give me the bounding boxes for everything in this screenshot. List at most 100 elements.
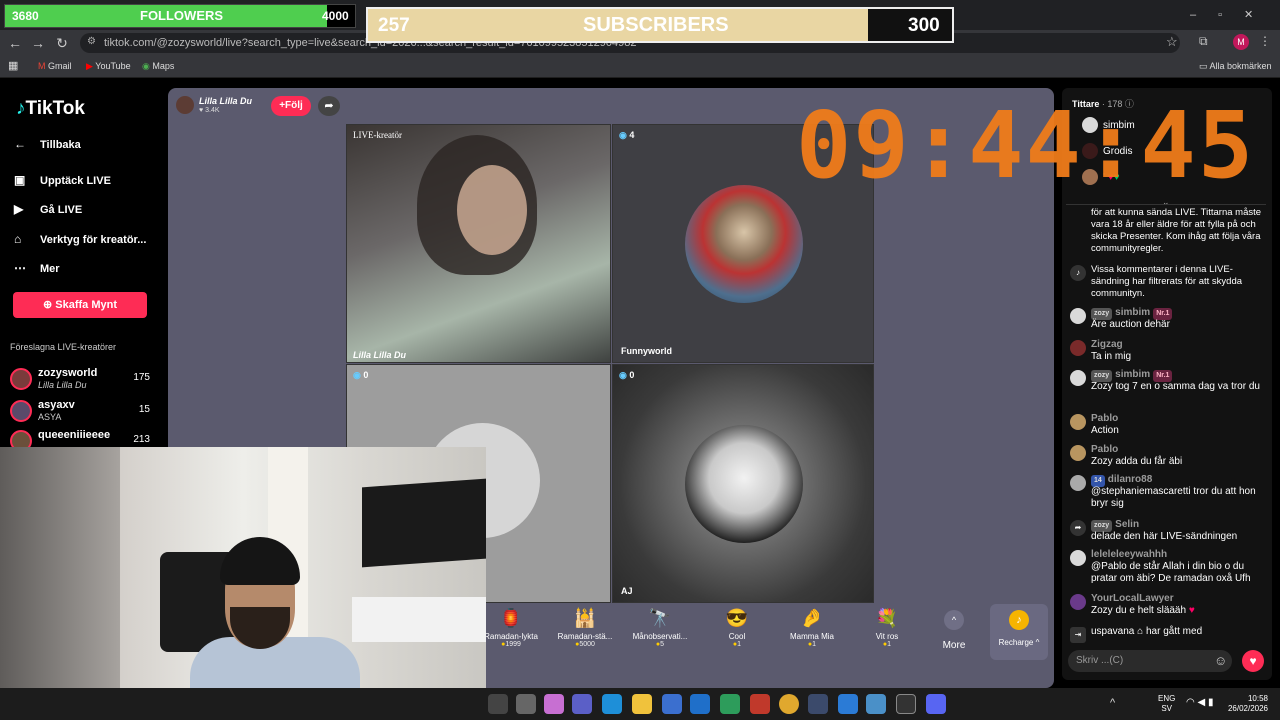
system-message: ♪ Vissa kommentarer i denna LIVE-sändning… — [1070, 264, 1266, 300]
chat-message[interactable]: ➦ zozy Selin delade den här LIVE-sändningen — [1070, 519, 1266, 545]
host-name[interactable]: Lilla Lilla Du — [199, 96, 252, 106]
start-icon[interactable] — [488, 694, 508, 714]
copilot-icon[interactable] — [544, 694, 564, 714]
app-icon[interactable] — [808, 694, 828, 714]
follow-button[interactable]: +Följ — [271, 96, 311, 116]
shield-icon[interactable] — [720, 694, 740, 714]
share-icon[interactable]: ➦ — [318, 96, 340, 116]
suggested-creator[interactable]: zozysworld Lilla Lilla Du 175 — [10, 366, 160, 394]
avatar — [1070, 340, 1086, 356]
taskview-icon[interactable] — [516, 694, 536, 714]
sidebar-item-discover-live[interactable]: ▣ Upptäck LIVE — [14, 173, 111, 187]
avatar — [1070, 370, 1086, 386]
menu-icon[interactable]: ⋮ — [1259, 34, 1271, 48]
gift-item[interactable]: 💐 Vit ros ●1 — [852, 608, 922, 648]
tile-name: Lilla Lilla Du — [353, 350, 407, 360]
chat-message[interactable]: Pablo Action — [1070, 413, 1266, 439]
avatar — [1070, 550, 1086, 566]
avatar — [10, 368, 32, 390]
app-icon[interactable] — [838, 694, 858, 714]
obs-icon[interactable] — [896, 694, 916, 714]
sidebar-item-more[interactable]: ⋯ Mer — [14, 261, 60, 275]
apps-icon[interactable]: ▦ — [8, 58, 18, 74]
window-controls[interactable]: –▫✕ — [1190, 8, 1275, 21]
avatar — [685, 425, 803, 543]
profile-avatar[interactable]: M — [1233, 34, 1249, 50]
app-icon[interactable] — [866, 694, 886, 714]
coin-icon: ♪ — [1009, 610, 1029, 630]
avatar — [1070, 414, 1086, 430]
chat-input[interactable]: Skriv ...(C) — [1068, 650, 1232, 672]
divider — [1066, 204, 1266, 205]
sunglasses-icon: 😎 — [725, 608, 749, 628]
gift-item[interactable]: 🏮 Ramadan-lykta ●1999 — [476, 608, 546, 648]
get-coins-button[interactable]: ⊕ Skaffa Mynt — [13, 292, 147, 318]
forward-icon[interactable]: → — [28, 34, 48, 52]
wifi-icon[interactable]: ◠ ◀ ▮ — [1186, 697, 1213, 708]
bookmark-youtube[interactable]: ▶ YouTube — [86, 58, 131, 74]
like-heart-button[interactable]: ♥ — [1242, 650, 1264, 672]
chat-message[interactable]: Pablo Zozy adda du får äbi — [1070, 444, 1266, 470]
host-avatar[interactable] — [176, 96, 194, 114]
chat-message[interactable]: YourLocalLawyer Zozy du e helt släääh ♥ — [1070, 593, 1266, 619]
system-message: för att kunna sända LIVE. Tittarna måste… — [1091, 207, 1262, 254]
bookmark-gmail[interactable]: M Gmail — [38, 58, 72, 74]
gift-item[interactable]: 😎 Cool ●1 — [702, 608, 772, 648]
back-icon[interactable]: ← — [5, 34, 25, 52]
tv — [362, 478, 486, 568]
chat-message[interactable]: 14 dilanro88 @stephaniemascaretti tror du … — [1070, 474, 1266, 514]
extensions-icon[interactable]: ⧉ — [1199, 34, 1208, 49]
chevron-up-icon: ^ — [944, 610, 964, 630]
avatar — [685, 185, 803, 303]
chat-message[interactable]: leleleleeywahhh @Pablo de står Allah i di… — [1070, 549, 1266, 589]
tile-name: AJ — [621, 586, 633, 596]
teams-icon[interactable] — [572, 694, 592, 714]
chat-message[interactable]: zozy simbim Nr.1 Äre auction dehär — [1070, 307, 1266, 335]
sidebar-item-creator-tools[interactable]: ⌂ Verktyg för kreatör... — [14, 232, 146, 246]
chat-message[interactable]: Zigzag Ta in mig — [1070, 339, 1266, 365]
language-indicator[interactable]: ENG SV — [1158, 694, 1175, 714]
outlook-icon[interactable] — [690, 694, 710, 714]
webcam-overlay — [0, 447, 486, 688]
chat-message[interactable]: zozy simbim Nr.1 Zozy tog 7 en o samma dag … — [1070, 369, 1266, 409]
reload-icon[interactable]: ↻ — [52, 34, 72, 52]
gift-item[interactable]: 🤌 Mamma Mia ●1 — [777, 608, 847, 648]
avatar — [1070, 445, 1086, 461]
tray-chevron-icon[interactable]: ^ — [1110, 697, 1115, 709]
tiktok-logo[interactable]: ♪TikTok — [16, 98, 85, 120]
avatar — [1070, 308, 1086, 324]
gift-item[interactable]: 🕌 Ramadan-stä... ●5000 — [550, 608, 620, 648]
streamer — [190, 537, 360, 688]
followers-current: 3680 — [12, 9, 39, 23]
gift-item[interactable]: 🔭 Månobservati... ●5 — [625, 608, 695, 648]
store-icon[interactable] — [662, 694, 682, 714]
edge-icon[interactable] — [602, 694, 622, 714]
bookmark-maps[interactable]: ◉ Maps — [142, 58, 174, 74]
suggested-heading: Föreslagna LIVE-kreatörer — [10, 342, 117, 352]
clock-tray[interactable]: 10:58 26/02/2026 — [1222, 694, 1268, 714]
site-info-icon[interactable]: ⚙ — [87, 36, 96, 47]
guest-tile[interactable]: ◉ 0 AJ — [612, 364, 874, 603]
followers-goal: 4000 — [322, 9, 349, 23]
rose-icon: 💐 — [875, 608, 899, 628]
discord-icon[interactable] — [926, 694, 946, 714]
suggested-creator[interactable]: asyaxv ASYA 15 — [10, 398, 160, 426]
tile-label: LIVE-kreatör — [353, 130, 402, 140]
avatar — [1070, 594, 1086, 610]
emoji-icon[interactable]: ☺ — [1214, 653, 1227, 668]
viewer-count: ◉ 0 — [353, 370, 369, 380]
recharge-button[interactable]: ♪ Recharge ^ — [990, 604, 1048, 660]
host-likes: ♥ 3.4K — [199, 107, 220, 114]
ramadan-icon: 🕌 — [573, 608, 597, 628]
app-icon[interactable] — [750, 694, 770, 714]
all-bookmarks[interactable]: ▭ Alla bokmärken — [1199, 58, 1272, 74]
hand-icon: 🤌 — [800, 608, 824, 628]
chrome-icon[interactable] — [779, 694, 799, 714]
explorer-icon[interactable] — [632, 694, 652, 714]
back-link[interactable]: ← Tillbaka — [14, 137, 81, 151]
guest-tile[interactable]: LIVE-kreatör Lilla Lilla Du — [346, 124, 611, 363]
gifts-more-button[interactable]: ^ More — [932, 610, 976, 651]
sidebar-item-go-live[interactable]: ▶ Gå LIVE — [14, 202, 82, 216]
lantern-icon: 🏮 — [499, 608, 523, 628]
star-icon[interactable]: ☆ — [1166, 34, 1178, 50]
